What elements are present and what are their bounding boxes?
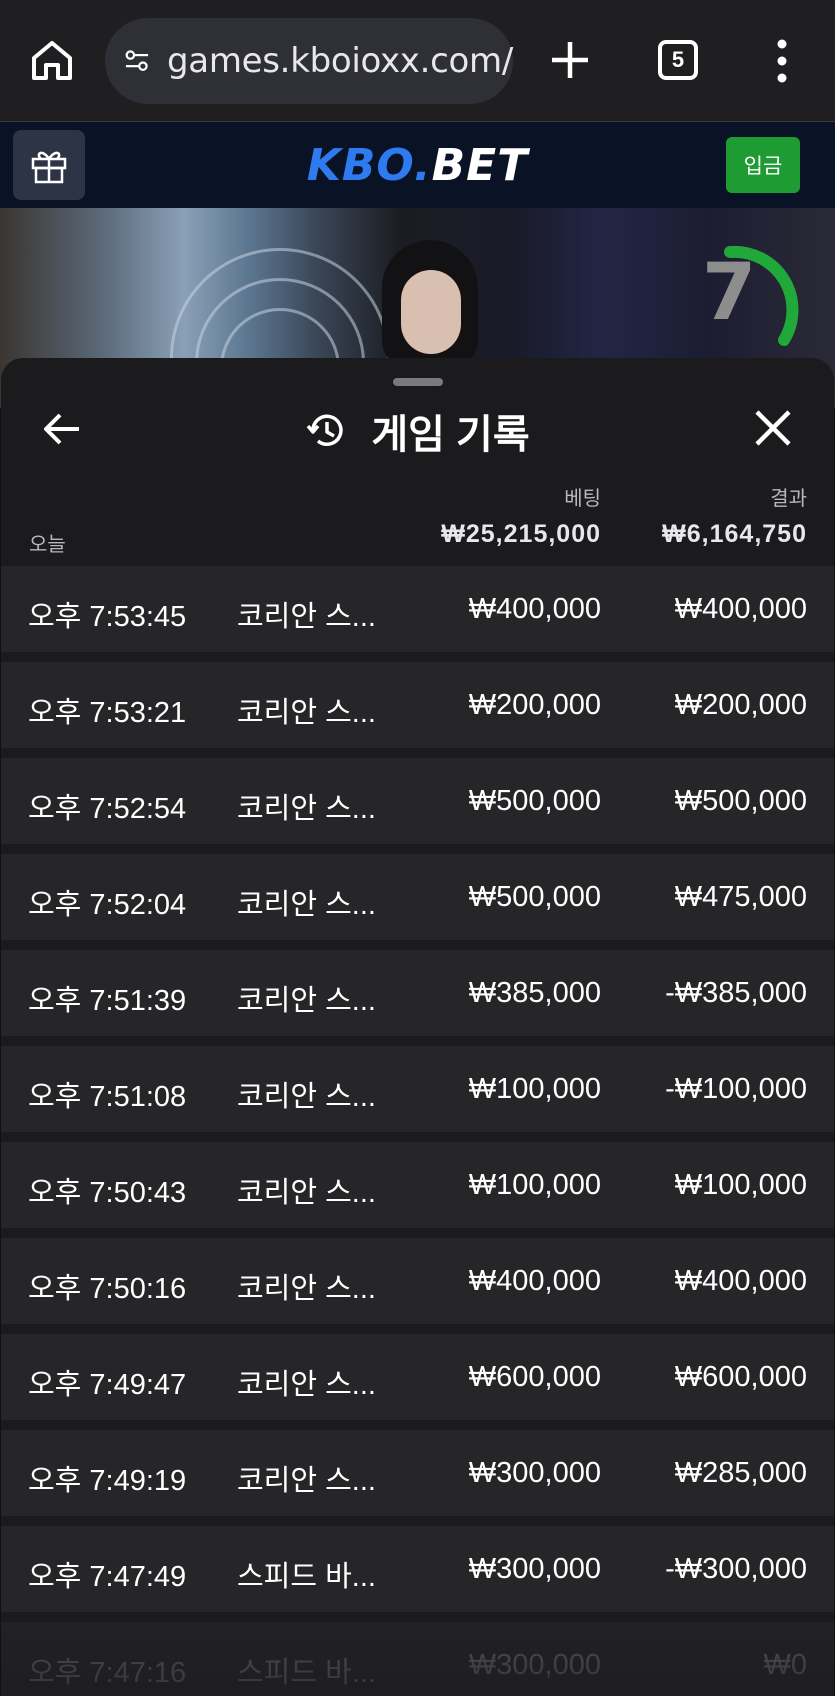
bet-column-header: 베팅 (564, 488, 601, 510)
home-icon[interactable] (28, 36, 76, 84)
row-bet: ₩385,000 (468, 977, 601, 1009)
sheet-header: 게임 기록 (1, 402, 834, 460)
address-bar[interactable]: games.kboioxx.com/ (105, 18, 513, 104)
row-time: 오후 7:51:39 (28, 985, 187, 1017)
row-game: 코리안 스... (237, 985, 376, 1017)
row-bet: ₩200,000 (468, 689, 601, 721)
row-game: 코리안 스... (237, 601, 376, 633)
close-icon[interactable] (753, 408, 793, 448)
site-header: KBO.BET 입금 (0, 122, 835, 208)
today-label: 오늘 (29, 534, 66, 556)
row-game: 코리안 스... (237, 889, 376, 921)
row-time: 오후 7:47:49 (28, 1561, 187, 1593)
row-bet: ₩400,000 (468, 1265, 601, 1297)
row-time: 오후 7:52:04 (28, 889, 187, 921)
row-result: ₩400,000 (674, 593, 807, 625)
row-game: 코리안 스... (237, 793, 376, 825)
row-game: 코리안 스... (237, 697, 376, 729)
row-game: 코리안 스... (237, 1081, 376, 1113)
row-game: 코리안 스... (237, 1273, 376, 1305)
dealer-face (401, 270, 461, 354)
row-time: 오후 7:50:16 (28, 1273, 187, 1305)
history-row[interactable]: 오후 7:49:47 코리안 스... ₩600,000 ₩600,000 (1, 1334, 834, 1420)
row-game: 스피드 바... (237, 1657, 376, 1689)
deposit-button[interactable]: 입금 (726, 137, 800, 193)
row-time: 오후 7:47:16 (28, 1657, 187, 1689)
row-bet: ₩100,000 (468, 1169, 601, 1201)
history-row[interactable]: 오후 7:47:49 스피드 바... ₩300,000 -₩300,000 (1, 1526, 834, 1612)
history-row[interactable]: 오후 7:49:19 코리안 스... ₩300,000 ₩285,000 (1, 1430, 834, 1516)
history-row[interactable]: 오후 7:53:21 코리안 스... ₩200,000 ₩200,000 (1, 662, 834, 748)
new-tab-icon[interactable] (548, 36, 592, 84)
history-row[interactable]: 오후 7:51:08 코리안 스... ₩100,000 -₩100,000 (1, 1046, 834, 1132)
history-row[interactable]: 오후 7:50:16 코리안 스... ₩400,000 ₩400,000 (1, 1238, 834, 1324)
total-bet: ₩25,215,000 (441, 520, 601, 548)
result-column-header: 결과 (770, 488, 807, 510)
row-result: ₩285,000 (674, 1457, 807, 1489)
row-bet: ₩300,000 (468, 1457, 601, 1489)
row-time: 오후 7:53:21 (28, 697, 187, 729)
row-result: ₩500,000 (674, 785, 807, 817)
drag-handle[interactable] (393, 378, 443, 386)
row-result: ₩600,000 (674, 1361, 807, 1393)
history-row[interactable]: 오후 7:52:04 코리안 스... ₩500,000 ₩475,000 (1, 854, 834, 940)
row-game: 코리안 스... (237, 1465, 376, 1497)
row-result: ₩100,000 (674, 1169, 807, 1201)
row-time: 오후 7:50:43 (28, 1177, 187, 1209)
total-result: ₩6,164,750 (662, 520, 807, 548)
game-history-sheet: 게임 기록 베팅 결과 오늘 ₩25,215,000 ₩6,164,750 오후… (1, 358, 834, 1696)
row-result: -₩385,000 (665, 977, 807, 1009)
row-result: ₩200,000 (674, 689, 807, 721)
url-text: games.kboioxx.com/ (167, 41, 513, 81)
more-menu-icon[interactable] (770, 38, 794, 84)
row-bet: ₩400,000 (468, 593, 601, 625)
tab-switcher-button[interactable]: 5 (658, 40, 698, 80)
row-time: 오후 7:49:47 (28, 1369, 187, 1401)
site-settings-icon[interactable] (123, 42, 151, 80)
row-result: ₩400,000 (674, 1265, 807, 1297)
history-icon (306, 414, 344, 446)
row-bet: ₩300,000 (468, 1553, 601, 1585)
row-result: ₩475,000 (674, 881, 807, 913)
row-bet: ₩500,000 (468, 785, 601, 817)
tab-count: 5 (671, 47, 685, 72)
history-list: 오후 7:53:45 코리안 스... ₩400,000 ₩400,000 오후… (1, 566, 834, 1696)
row-time: 오후 7:52:54 (28, 793, 187, 825)
row-game: 스피드 바... (237, 1561, 376, 1593)
row-result: -₩100,000 (665, 1073, 807, 1105)
history-row[interactable]: 오후 7:52:54 코리안 스... ₩500,000 ₩500,000 (1, 758, 834, 844)
sheet-title: 게임 기록 (371, 413, 530, 457)
history-row[interactable]: 오후 7:53:45 코리안 스... ₩400,000 ₩400,000 (1, 566, 834, 652)
history-row[interactable]: 오후 7:50:43 코리안 스... ₩100,000 ₩100,000 (1, 1142, 834, 1228)
row-bet: ₩300,000 (468, 1649, 601, 1681)
browser-toolbar: games.kboioxx.com/ 5 (0, 0, 835, 122)
row-bet: ₩100,000 (468, 1073, 601, 1105)
row-time: 오후 7:49:19 (28, 1465, 187, 1497)
history-row[interactable]: 오후 7:47:16 스피드 바... ₩300,000 ₩0 (1, 1622, 834, 1696)
row-result: ₩0 (763, 1649, 808, 1681)
site-logo[interactable]: KBO.BET (0, 140, 835, 191)
row-game: 코리안 스... (237, 1369, 376, 1401)
row-result: -₩300,000 (665, 1553, 807, 1585)
countdown-timer: 7 (702, 248, 757, 338)
row-bet: ₩600,000 (468, 1361, 601, 1393)
history-row[interactable]: 오후 7:51:39 코리안 스... ₩385,000 -₩385,000 (1, 950, 834, 1036)
row-bet: ₩500,000 (468, 881, 601, 913)
row-time: 오후 7:53:45 (28, 601, 187, 633)
row-time: 오후 7:51:08 (28, 1081, 187, 1113)
row-game: 코리안 스... (237, 1177, 376, 1209)
